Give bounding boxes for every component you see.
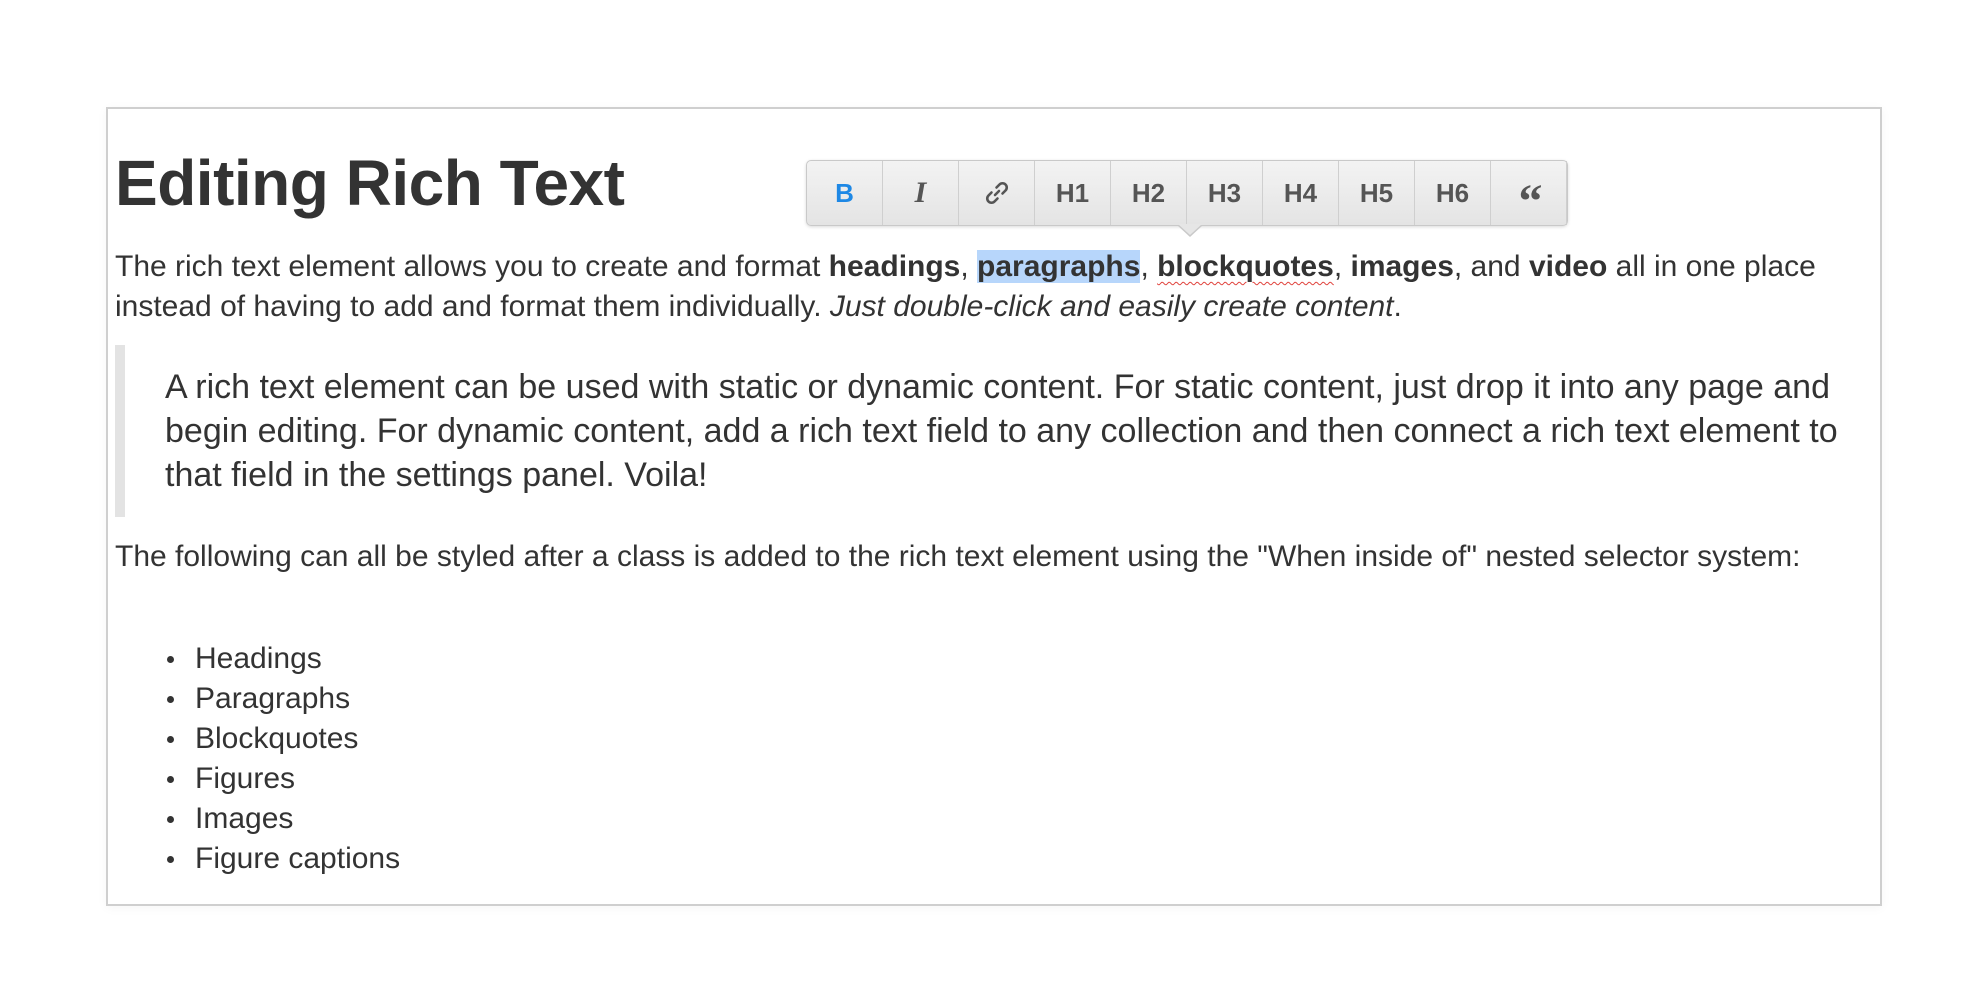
heading4-button[interactable]: H4	[1263, 161, 1339, 225]
italic-button[interactable]: I	[883, 161, 959, 225]
list-item: Figure captions	[167, 839, 401, 879]
list-item-label: Headings	[195, 642, 322, 675]
bold-video: video	[1528, 250, 1608, 283]
selected-bold-paragraphs[interactable]: paragraphs	[977, 250, 1141, 283]
bullet-icon	[167, 696, 174, 703]
separator: ,	[960, 250, 978, 283]
toolbar-pointer	[1177, 224, 1203, 237]
page-title[interactable]: Editing Rich Text	[115, 143, 625, 223]
styled-elements-list[interactable]: Headings Paragraphs Blockquotes Figures …	[115, 639, 400, 879]
bold-blockquotes-misspelled: blockquotes	[1157, 250, 1334, 283]
list-item: Images	[167, 799, 400, 839]
blockquote-button[interactable]: “	[1491, 161, 1567, 228]
intro-paragraph[interactable]: The rich text element allows you to crea…	[115, 247, 1871, 327]
quote-icon: “	[1518, 175, 1543, 228]
italic-text: Just double-click and easily create cont…	[829, 290, 1394, 323]
heading5-button[interactable]: H5	[1339, 161, 1415, 225]
rich-text-canvas: Editing Rich Text The rich text element …	[106, 107, 1882, 906]
intro-period: .	[1393, 290, 1402, 323]
bullet-icon	[167, 856, 174, 863]
blockquote[interactable]: A rich text element can be used with sta…	[115, 345, 1861, 517]
formatting-toolbar: B I H1 H2 H3 H4 H5 H6 “	[806, 160, 1568, 237]
intro-text-1: The rich text element allows you to crea…	[115, 250, 829, 283]
heading3-button[interactable]: H3	[1187, 161, 1263, 225]
list-item: Blockquotes	[167, 719, 400, 759]
list-item-label: Images	[195, 802, 294, 835]
separator: , and	[1453, 250, 1529, 283]
heading1-button[interactable]: H1	[1035, 161, 1111, 225]
list-item: Headings	[167, 639, 400, 679]
bullet-icon	[167, 656, 174, 663]
bullet-icon	[167, 736, 174, 743]
list-item-label: Blockquotes	[195, 722, 359, 755]
link-icon	[985, 181, 1008, 205]
list-item: Figures	[167, 759, 400, 799]
heading6-button[interactable]: H6	[1415, 161, 1491, 225]
bold-images: images	[1350, 250, 1454, 283]
link-button[interactable]	[959, 161, 1035, 225]
separator: ,	[1333, 250, 1351, 283]
list-item-label: Figure captions	[195, 842, 401, 875]
italic-icon: I	[914, 176, 927, 209]
bold-button[interactable]: B	[807, 161, 883, 225]
following-paragraph[interactable]: The following can all be styled after a …	[115, 537, 1871, 577]
bullet-icon	[167, 776, 174, 783]
separator: ,	[1140, 250, 1158, 283]
bold-headings: headings	[828, 250, 961, 283]
list-item-label: Paragraphs	[195, 682, 351, 715]
list-item: Paragraphs	[167, 679, 400, 719]
bullet-icon	[167, 816, 174, 823]
heading2-button[interactable]: H2	[1111, 161, 1187, 225]
list-item-label: Figures	[195, 762, 296, 795]
